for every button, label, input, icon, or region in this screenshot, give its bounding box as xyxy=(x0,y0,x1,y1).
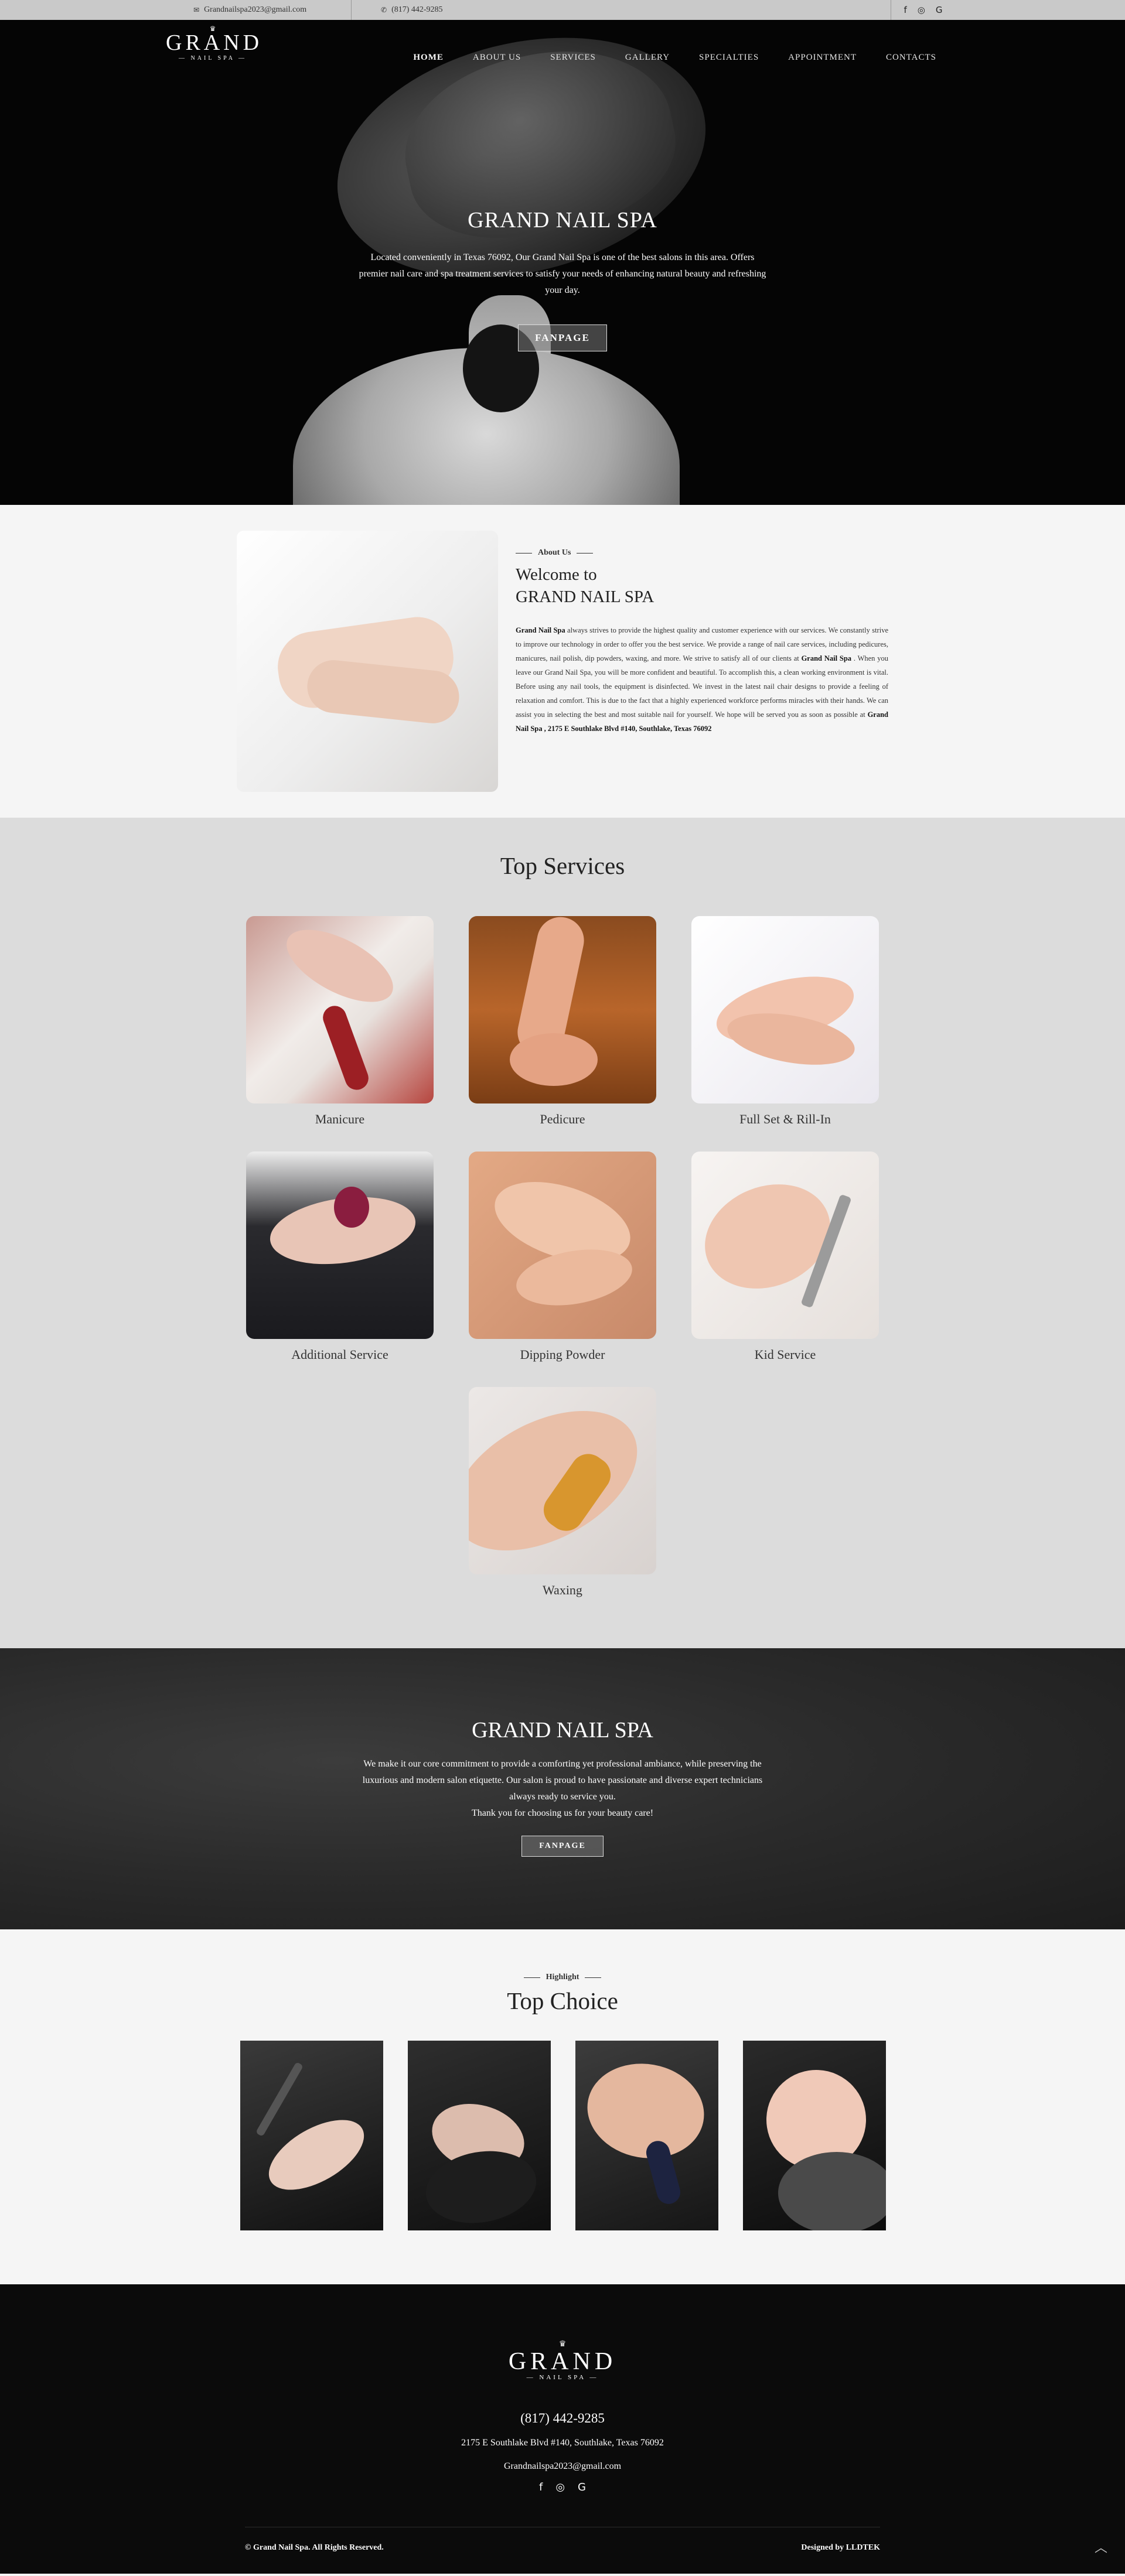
service-image xyxy=(691,1152,879,1339)
top-choice-section: Highlight Top Choice xyxy=(0,1929,1125,2284)
instagram-icon[interactable]: ◎ xyxy=(555,2481,565,2493)
facebook-icon[interactable]: f xyxy=(904,5,907,15)
about-body: Grand Nail Spa always strives to provide… xyxy=(516,623,888,736)
hero-content: GRAND NAIL SPA Located conveniently in T… xyxy=(0,207,1125,351)
choice-title: Top Choice xyxy=(507,1987,618,2014)
services-section: Top Services Manicure Pedicure Full Set … xyxy=(0,818,1125,1648)
service-image xyxy=(469,1387,656,1574)
service-label: Additional Service xyxy=(291,1347,388,1362)
footer-phone[interactable]: (817) 442-9285 xyxy=(0,2411,1125,2426)
about-heading-line-1: Welcome to xyxy=(516,565,597,584)
gallery-tile-1[interactable] xyxy=(240,2041,383,2230)
choice-eyebrow: Highlight xyxy=(0,1973,1125,1982)
choice-eyebrow-text: Highlight xyxy=(546,1973,579,1981)
service-label: Pedicure xyxy=(540,1112,585,1126)
service-card-full-set[interactable]: Full Set & Rill-In xyxy=(691,916,879,1127)
logo-sub: — NAIL SPA — xyxy=(179,55,247,62)
hero-title: GRAND NAIL SPA xyxy=(468,208,657,233)
nav-item-specialties[interactable]: SPECIALTIES xyxy=(699,53,759,63)
banner-text-line-2: Thank you for choosing us for your beaut… xyxy=(471,1808,654,1818)
nav-menu: HOME ABOUT US SERVICES GALLERY SPECIALTI… xyxy=(413,53,936,63)
service-image xyxy=(469,916,656,1103)
phone-icon: ✆ xyxy=(381,6,387,14)
footer-copyright: © Grand Nail Spa. All Rights Reserved. xyxy=(245,2543,384,2552)
about-image xyxy=(237,531,498,792)
footer-logo[interactable]: ♛ GRAND — NAIL SPA — xyxy=(504,2339,621,2381)
nav-item-appointment[interactable]: APPOINTMENT xyxy=(788,53,857,63)
mail-icon: ✉ xyxy=(193,6,200,14)
topbar-social: f ◎ G xyxy=(891,0,955,20)
banner-text-line-1: We make it our core commitment to provid… xyxy=(362,1759,763,1802)
scroll-to-top-icon[interactable]: ︿ xyxy=(1095,2537,1107,2556)
gallery-tile-2[interactable] xyxy=(408,2041,551,2230)
site-logo[interactable]: ♛ GRAND — NAIL SPA — xyxy=(166,25,263,62)
about-content: About Us Welcome to GRAND NAIL SPA Grand… xyxy=(516,548,888,736)
service-card-dipping-powder[interactable]: Dipping Powder xyxy=(469,1152,656,1362)
banner-title: GRAND NAIL SPA xyxy=(472,1718,653,1743)
commitment-banner: GRAND NAIL SPA We make it our core commi… xyxy=(0,1648,1125,1929)
facebook-icon[interactable]: f xyxy=(539,2481,543,2493)
about-heading: Welcome to GRAND NAIL SPA xyxy=(516,563,888,608)
service-card-manicure[interactable]: Manicure xyxy=(246,916,434,1127)
service-card-kid[interactable]: Kid Service xyxy=(691,1152,879,1362)
service-card-waxing[interactable]: Waxing xyxy=(469,1387,656,1598)
about-heading-line-2: GRAND NAIL SPA xyxy=(516,587,654,606)
site-footer: ♛ GRAND — NAIL SPA — (817) 442-9285 2175… xyxy=(0,2284,1125,2574)
footer-address: 2175 E Southlake Blvd #140, Southlake, T… xyxy=(461,2438,664,2448)
about-eyebrow-text: About Us xyxy=(538,548,571,557)
services-title: Top Services xyxy=(500,852,625,879)
topbar-email-text: Grandnailspa2023@gmail.com xyxy=(204,5,307,14)
eyebrow-line xyxy=(585,1977,602,1978)
banner-fanpage-button[interactable]: FANPAGE xyxy=(521,1836,604,1857)
top-bar: ✉ Grandnailspa2023@gmail.com ✆ (817) 442… xyxy=(0,0,1125,20)
about-brand-2: Grand Nail Spa xyxy=(801,654,852,662)
nav-item-contacts[interactable]: CONTACTS xyxy=(886,53,936,63)
eyebrow-line xyxy=(577,552,594,554)
service-label: Full Set & Rill-In xyxy=(739,1112,831,1126)
main-nav: ♛ GRAND — NAIL SPA — HOME ABOUT US SERVI… xyxy=(0,20,1125,81)
nav-item-services[interactable]: SERVICES xyxy=(550,53,596,63)
about-brand: Grand Nail Spa xyxy=(516,626,565,634)
topbar-phone[interactable]: ✆ (817) 442-9285 xyxy=(381,0,443,20)
google-icon[interactable]: G xyxy=(578,2481,586,2493)
gallery-tile-4[interactable] xyxy=(743,2041,886,2230)
hero-section: ♛ GRAND — NAIL SPA — HOME ABOUT US SERVI… xyxy=(0,20,1125,505)
service-card-pedicure[interactable]: Pedicure xyxy=(469,916,656,1127)
topbar-phone-text: (817) 442-9285 xyxy=(391,5,443,14)
instagram-icon[interactable]: ◎ xyxy=(918,5,925,15)
service-label: Manicure xyxy=(315,1112,365,1126)
hero-fanpage-button[interactable]: FANPAGE xyxy=(518,324,607,351)
service-image xyxy=(246,916,434,1103)
gallery-tile-3[interactable] xyxy=(575,2041,718,2230)
footer-social: f ◎ G xyxy=(0,2481,1125,2493)
service-label: Dipping Powder xyxy=(520,1347,605,1362)
footer-logo-word: GRAND xyxy=(508,2348,617,2375)
google-icon[interactable]: G xyxy=(936,5,943,15)
nav-item-home[interactable]: HOME xyxy=(413,53,444,63)
service-label: Waxing xyxy=(543,1583,582,1597)
about-text-2: . When you leave our Grand Nail Spa, you… xyxy=(516,654,888,719)
banner-text: We make it our core commitment to provid… xyxy=(357,1756,768,1822)
footer-credit[interactable]: Designed by LLDTEK xyxy=(801,2543,880,2553)
service-image xyxy=(469,1152,656,1339)
hero-description: Located conveniently in Texas 76092, Our… xyxy=(359,252,766,295)
eyebrow-line xyxy=(516,552,532,554)
logo-word: GRAND xyxy=(166,30,263,55)
eyebrow-line xyxy=(523,1977,540,1978)
nav-item-gallery[interactable]: GALLERY xyxy=(625,53,670,63)
about-section: About Us Welcome to GRAND NAIL SPA Grand… xyxy=(0,505,1125,818)
service-label: Kid Service xyxy=(754,1347,816,1362)
footer-email[interactable]: Grandnailspa2023@gmail.com xyxy=(0,2461,1125,2472)
about-eyebrow: About Us xyxy=(516,548,888,558)
nav-item-about-us[interactable]: ABOUT US xyxy=(473,53,521,63)
service-image xyxy=(246,1152,434,1339)
topbar-email[interactable]: ✉ Grandnailspa2023@gmail.com xyxy=(193,0,352,20)
service-card-additional[interactable]: Additional Service xyxy=(246,1152,434,1362)
service-image xyxy=(691,916,879,1103)
